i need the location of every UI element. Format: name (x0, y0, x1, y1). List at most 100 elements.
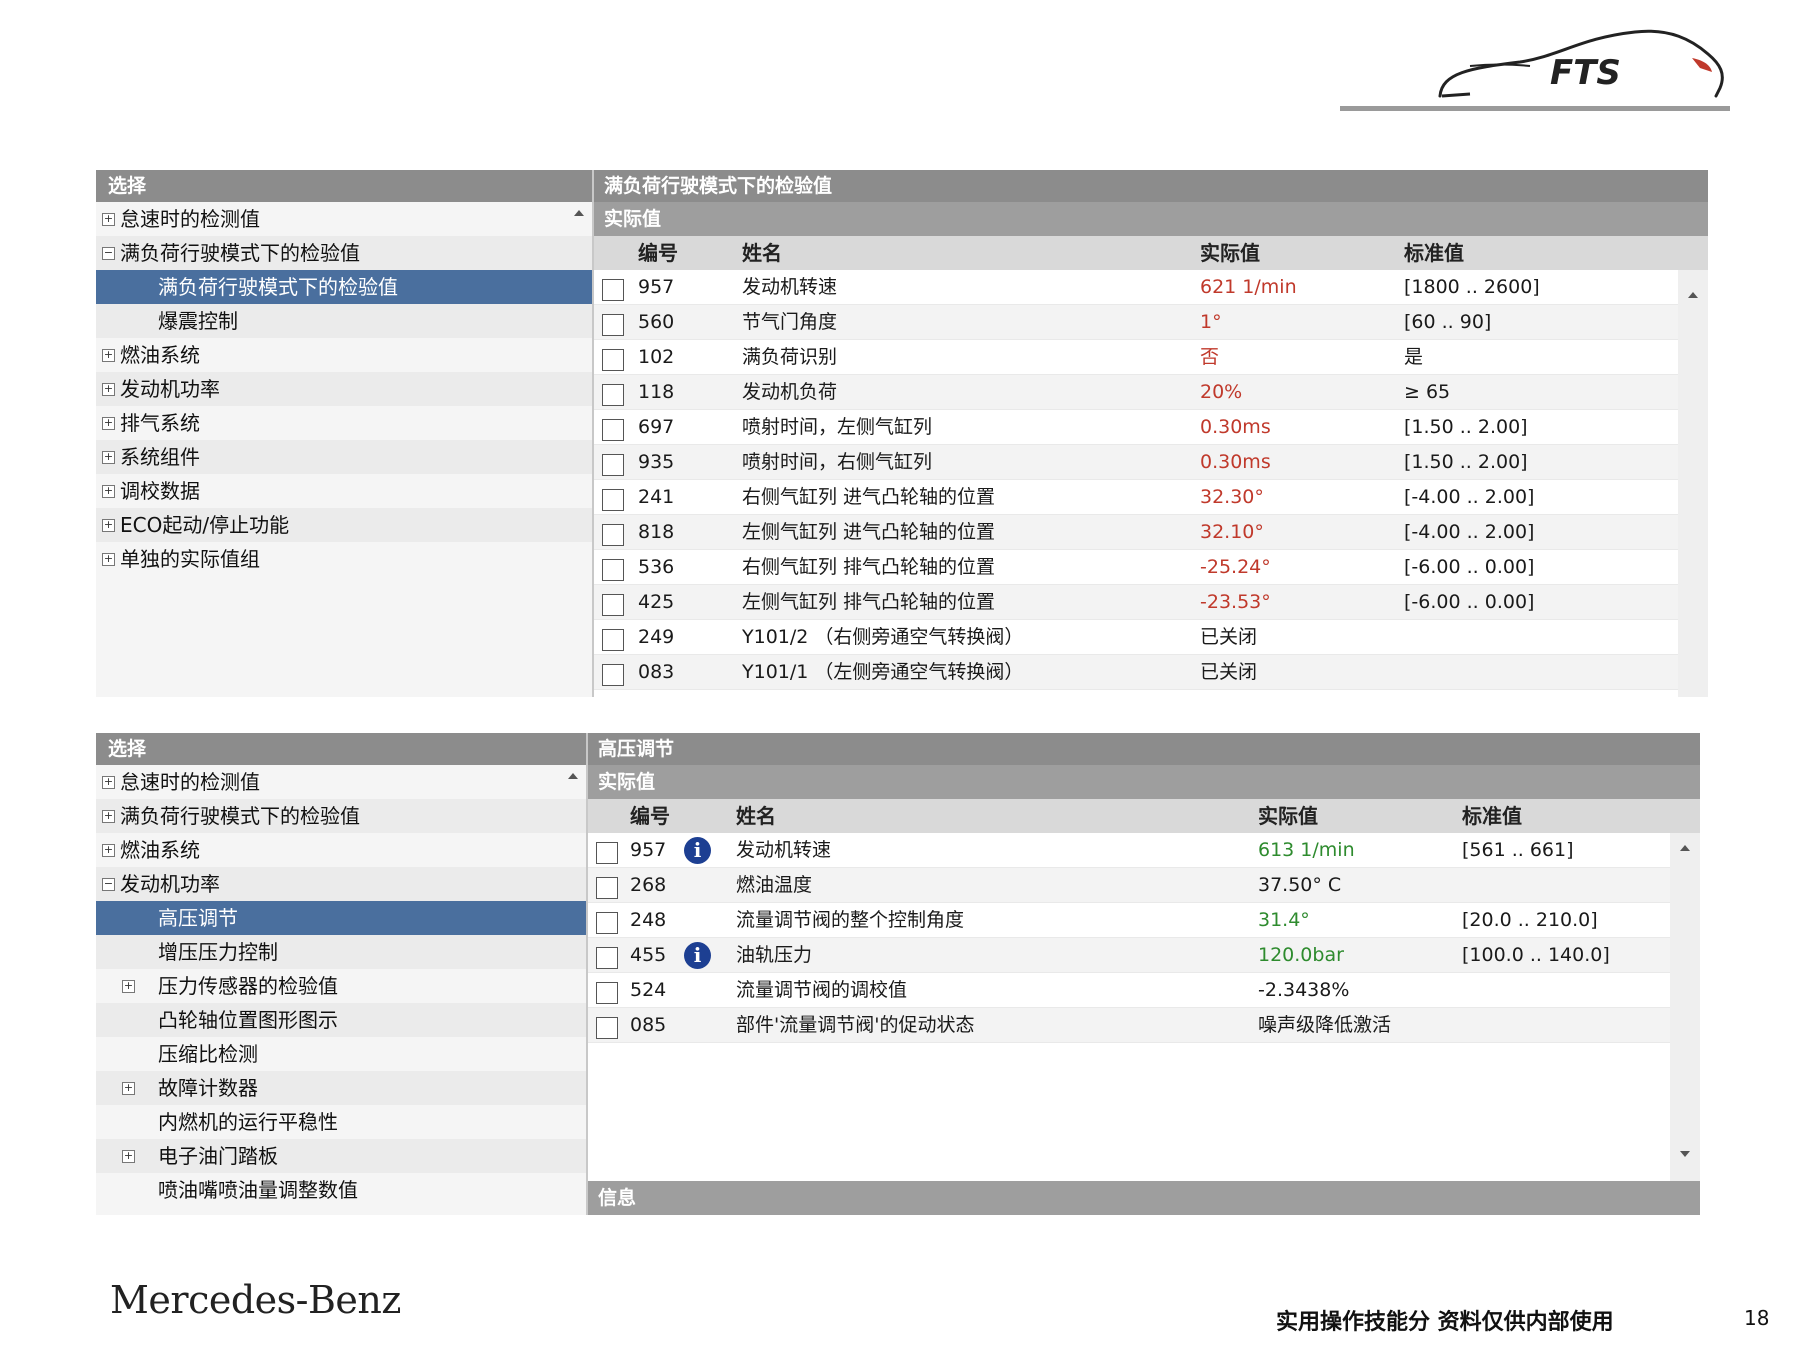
expand-icon[interactable]: + (102, 383, 115, 396)
nav-item[interactable]: + 满负荷行驶模式下的检验值 (96, 799, 586, 833)
row-checkbox[interactable] (596, 877, 618, 899)
row-checkbox[interactable] (602, 524, 624, 546)
nav-item[interactable]: 喷油嘴喷油量调整数值 (96, 1173, 586, 1207)
expand-icon[interactable]: + (102, 519, 115, 532)
vertical-scrollbar[interactable] (1670, 833, 1700, 1181)
nav-item[interactable]: + 怠速时的检测值 (96, 202, 592, 236)
nav-item[interactable]: + 发动机功率 (96, 372, 592, 406)
nav-item-label: 发动机功率 (120, 377, 220, 401)
collapse-icon[interactable]: − (102, 878, 115, 891)
nav-item-label: 满负荷行驶模式下的检验值 (120, 241, 360, 265)
col-name[interactable]: 姓名 (742, 236, 782, 270)
table-row[interactable]: 697 喷射时间，左侧气缸列 0.30ms [1.50 .. 2.00] (594, 410, 1708, 445)
col-id[interactable]: 编号 (638, 236, 678, 270)
col-actual[interactable]: 实际值 (1258, 799, 1318, 833)
col-standard[interactable]: 标准值 (1462, 799, 1522, 833)
expand-icon[interactable]: + (122, 1150, 135, 1163)
nav-item[interactable]: + 燃油系统 (96, 833, 586, 867)
nav-item[interactable]: + 压力传感器的检验值 (96, 969, 586, 1003)
cell-actual: 32.30° (1200, 486, 1264, 508)
expand-icon[interactable]: + (102, 417, 115, 430)
expand-icon[interactable]: + (122, 980, 135, 993)
row-checkbox[interactable] (602, 489, 624, 511)
col-id[interactable]: 编号 (630, 799, 670, 833)
expand-icon[interactable]: + (102, 485, 115, 498)
expand-icon[interactable]: + (102, 844, 115, 857)
table-row[interactable]: 425 左侧气缸列 排气凸轮轴的位置 -23.53° [-6.00 .. 0.00] (594, 585, 1708, 620)
row-checkbox[interactable] (602, 454, 624, 476)
row-checkbox[interactable] (596, 842, 618, 864)
cell-name: 流量调节阀的调校值 (736, 979, 908, 1001)
expand-icon[interactable]: + (102, 451, 115, 464)
row-checkbox[interactable] (596, 912, 618, 934)
info-bar[interactable]: 信息 (588, 1181, 1700, 1215)
table-row[interactable]: 560 节气门角度 1° [60 .. 90] (594, 305, 1708, 340)
nav-item[interactable]: 增压压力控制 (96, 935, 586, 969)
table-row[interactable]: 085 部件'流量调节阀'的促动状态 噪声级降低激活 (588, 1008, 1700, 1043)
row-checkbox[interactable] (602, 314, 624, 336)
col-standard[interactable]: 标准值 (1404, 236, 1464, 270)
nav-item[interactable]: + 排气系统 (96, 406, 592, 440)
nav-item[interactable]: − 发动机功率 (96, 867, 586, 901)
table-row[interactable]: 957 发动机转速 621 1/min [1800 .. 2600] (594, 270, 1708, 305)
scroll-up-icon[interactable] (1688, 292, 1698, 298)
row-checkbox[interactable] (602, 279, 624, 301)
table-row[interactable]: 935 喷射时间，右侧气缸列 0.30ms [1.50 .. 2.00] (594, 445, 1708, 480)
nav-item[interactable]: 爆震控制 (96, 304, 592, 338)
table-row[interactable]: 102 满负荷识别 否 是 (594, 340, 1708, 375)
row-checkbox[interactable] (602, 559, 624, 581)
row-checkbox[interactable] (602, 419, 624, 441)
nav-item[interactable]: + 单独的实际值组 (96, 542, 592, 576)
info-icon[interactable]: i (684, 942, 711, 969)
row-checkbox[interactable] (602, 629, 624, 651)
expand-icon[interactable]: + (102, 553, 115, 566)
row-checkbox[interactable] (596, 1017, 618, 1039)
table-row[interactable]: 249 Y101/2 （右侧旁通空气转换阀） 已关闭 (594, 620, 1708, 655)
table-row[interactable]: 118 发动机负荷 20% ≥ 65 (594, 375, 1708, 410)
table-row[interactable]: 455 i 油轨压力 120.0bar [100.0 .. 140.0] (588, 938, 1700, 973)
info-icon[interactable]: i (684, 837, 711, 864)
expand-icon[interactable]: + (102, 810, 115, 823)
col-actual[interactable]: 实际值 (1200, 236, 1260, 270)
nav-item[interactable]: 满负荷行驶模式下的检验值 (96, 270, 592, 304)
collapse-icon[interactable]: − (102, 247, 115, 260)
table-row[interactable]: 248 流量调节阀的整个控制角度 31.4° [20.0 .. 210.0] (588, 903, 1700, 938)
table-row[interactable]: 083 Y101/1 （左侧旁通空气转换阀） 已关闭 (594, 655, 1708, 690)
table-row[interactable]: 536 右侧气缸列 排气凸轮轴的位置 -25.24° [-6.00 .. 0.00] (594, 550, 1708, 585)
scroll-up-icon[interactable] (568, 773, 578, 779)
scroll-down-icon[interactable] (1680, 1151, 1690, 1157)
row-checkbox[interactable] (602, 664, 624, 686)
vertical-scrollbar[interactable] (1678, 270, 1708, 697)
nav-item[interactable]: + 系统组件 (96, 440, 592, 474)
row-checkbox[interactable] (596, 947, 618, 969)
nav-item[interactable]: 压缩比检测 (96, 1037, 586, 1071)
nav-item[interactable]: 内燃机的运行平稳性 (96, 1105, 586, 1139)
scroll-up-icon[interactable] (574, 210, 584, 216)
expand-icon[interactable]: + (102, 349, 115, 362)
expand-icon[interactable]: + (102, 776, 115, 789)
cell-name: 喷射时间，左侧气缸列 (742, 416, 933, 438)
nav-item[interactable]: + 故障计数器 (96, 1071, 586, 1105)
row-checkbox[interactable] (596, 982, 618, 1004)
nav-item[interactable]: + 调校数据 (96, 474, 592, 508)
row-checkbox[interactable] (602, 349, 624, 371)
col-name[interactable]: 姓名 (736, 799, 776, 833)
table-row[interactable]: 818 左侧气缸列 进气凸轮轴的位置 32.10° [-4.00 .. 2.00] (594, 515, 1708, 550)
row-checkbox[interactable] (602, 384, 624, 406)
table-row[interactable]: 524 流量调节阀的调校值 -2.3438% (588, 973, 1700, 1008)
nav-item[interactable]: + 电子油门踏板 (96, 1139, 586, 1173)
nav-item[interactable]: − 满负荷行驶模式下的检验值 (96, 236, 592, 270)
table-row[interactable]: 957 i 发动机转速 613 1/min [561 .. 661] (588, 833, 1700, 868)
table-row[interactable]: 268 燃油温度 37.50° C (588, 868, 1700, 903)
row-checkbox[interactable] (602, 594, 624, 616)
scroll-up-icon[interactable] (1680, 845, 1690, 851)
nav-item[interactable]: + 怠速时的检测值 (96, 765, 586, 799)
nav-item[interactable]: 高压调节 (96, 901, 586, 935)
expand-icon[interactable]: + (102, 213, 115, 226)
nav-item[interactable]: + ECO起动/停止功能 (96, 508, 592, 542)
cell-standard: [-6.00 .. 0.00] (1404, 591, 1535, 613)
nav-item[interactable]: + 燃油系统 (96, 338, 592, 372)
nav-item[interactable]: 凸轮轴位置图形图示 (96, 1003, 586, 1037)
table-row[interactable]: 241 右侧气缸列 进气凸轮轴的位置 32.30° [-4.00 .. 2.00] (594, 480, 1708, 515)
expand-icon[interactable]: + (122, 1082, 135, 1095)
